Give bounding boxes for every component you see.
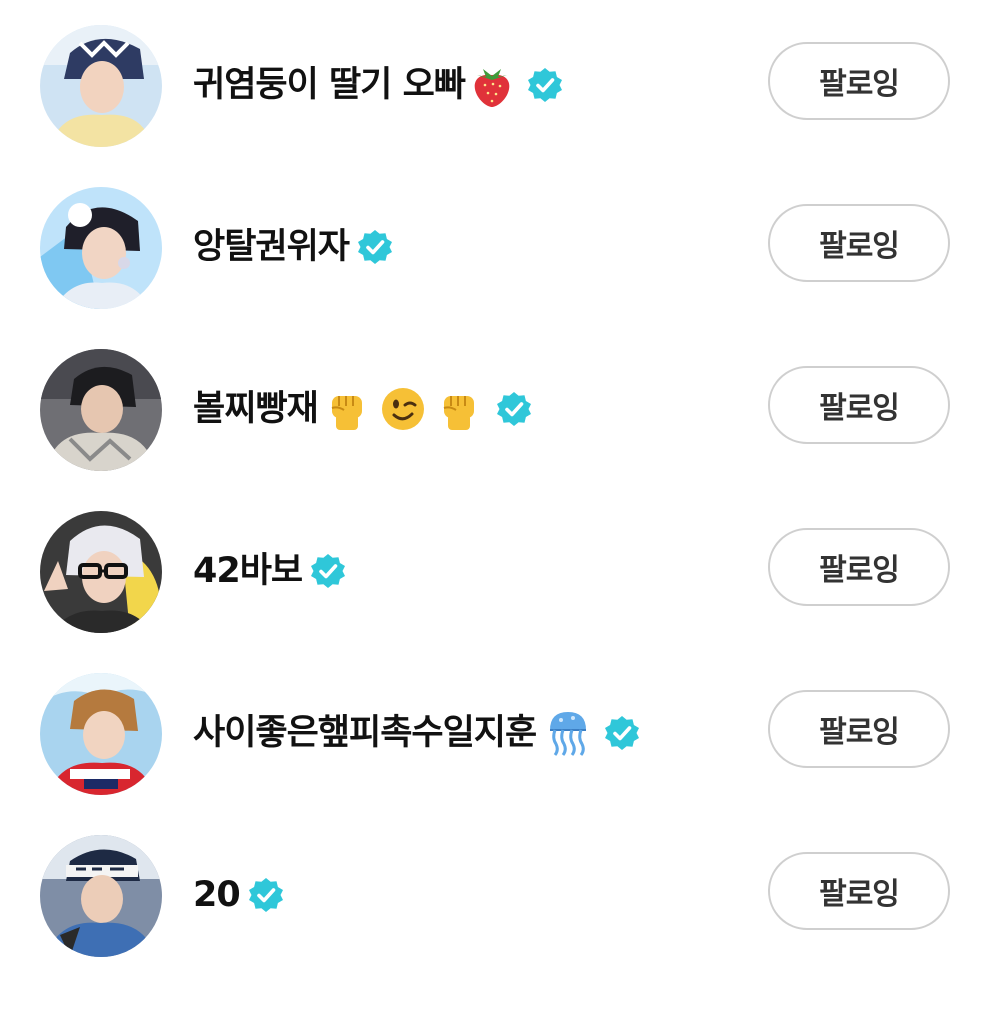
display-name: 귀염둥이 딸기 오빠 — [193, 65, 466, 105]
user-name[interactable]: 귀염둥이 딸기 오빠 — [193, 59, 563, 111]
avatar[interactable] — [40, 187, 162, 309]
display-name: 20 — [193, 875, 241, 915]
avatar[interactable] — [40, 673, 162, 795]
following-list: 귀염둥이 딸기 오빠 팔로잉 앙탈권위자 팔로잉 볼찌빵재 팔로잉 42바보 팔… — [0, 0, 992, 1024]
verified-badge-icon — [310, 553, 346, 589]
avatar[interactable] — [40, 25, 162, 147]
list-item[interactable]: 42바보 팔로잉 — [0, 486, 992, 648]
list-item[interactable]: 볼찌빵재 팔로잉 — [0, 324, 992, 486]
user-name[interactable]: 사이좋은햎피촉수일지훈 — [193, 707, 640, 759]
verified-badge-icon — [357, 229, 393, 265]
list-item[interactable]: 앙탈권위자 팔로잉 — [0, 162, 992, 324]
avatar[interactable] — [40, 511, 162, 633]
user-name[interactable]: 볼찌빵재 — [193, 383, 532, 435]
following-button[interactable]: 팔로잉 — [768, 528, 950, 606]
list-item[interactable]: 20 팔로잉 — [0, 810, 992, 972]
display-name: 볼찌빵재 — [193, 389, 319, 429]
user-name[interactable]: 앙탈권위자 — [193, 221, 393, 273]
user-name[interactable]: 20 — [193, 869, 284, 921]
verified-badge-icon — [604, 715, 640, 751]
following-button[interactable]: 팔로잉 — [768, 42, 950, 120]
raised-fist-icon — [324, 386, 370, 432]
verified-badge-icon — [248, 877, 284, 913]
winking-face-icon — [380, 386, 426, 432]
raised-fist-icon — [436, 386, 482, 432]
verified-badge-icon — [496, 391, 532, 427]
user-name[interactable]: 42바보 — [193, 545, 346, 597]
display-name: 사이좋은햎피촉수일지훈 — [193, 713, 537, 753]
display-name: 앙탈권위자 — [193, 227, 350, 267]
verified-badge-icon — [527, 67, 563, 103]
following-button[interactable]: 팔로잉 — [768, 204, 950, 282]
following-button[interactable]: 팔로잉 — [768, 690, 950, 768]
following-button[interactable]: 팔로잉 — [768, 852, 950, 930]
jellyfish-icon — [546, 710, 590, 756]
list-item[interactable]: 귀염둥이 딸기 오빠 팔로잉 — [0, 0, 992, 162]
avatar[interactable] — [40, 349, 162, 471]
avatar[interactable] — [40, 835, 162, 957]
following-button[interactable]: 팔로잉 — [768, 366, 950, 444]
display-name: 42바보 — [193, 551, 303, 591]
list-item[interactable]: 사이좋은햎피촉수일지훈 팔로잉 — [0, 648, 992, 810]
strawberry-icon — [471, 63, 513, 107]
